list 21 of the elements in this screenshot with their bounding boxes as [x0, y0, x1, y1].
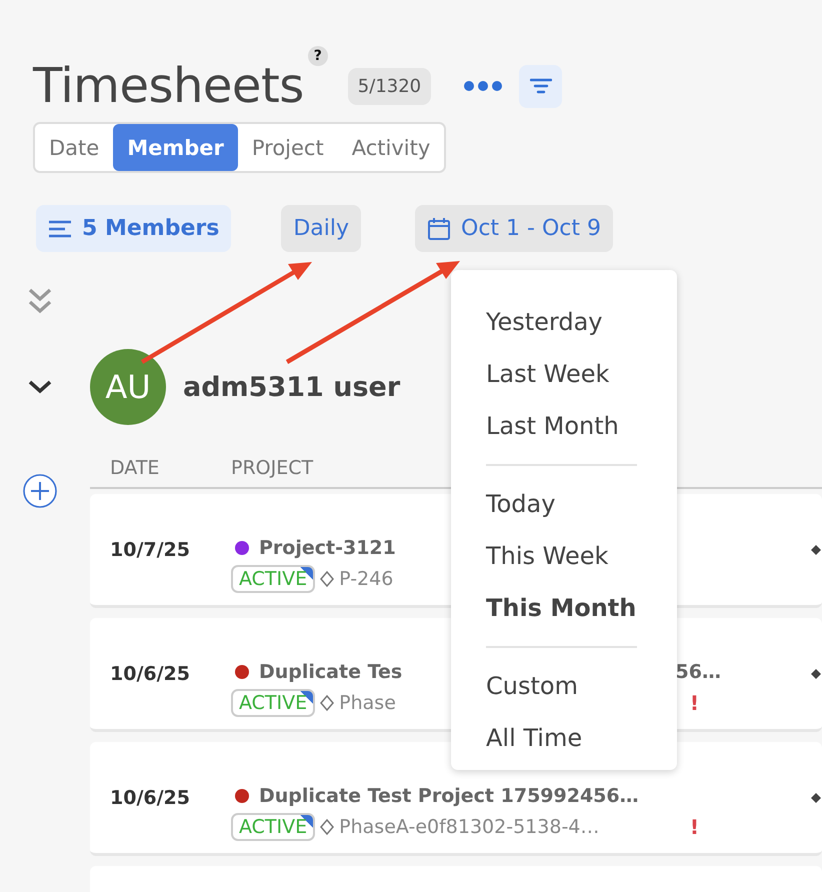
member-name: adm5311 user	[183, 372, 400, 402]
warning-mark: !	[690, 814, 699, 838]
phase-code: PhaseA-e0f81302-5138-4…	[339, 816, 600, 838]
phase-code: P-246	[339, 568, 394, 590]
avatar: AU	[90, 349, 166, 425]
column-header: DATE	[109, 457, 160, 479]
phase-code: Phase	[339, 692, 396, 714]
project-name: Duplicate Tes	[259, 660, 402, 682]
column-header: PROJECT	[231, 457, 314, 479]
date-cell-text: 10/6/25	[109, 786, 191, 808]
date-cell-text: 10/7/25	[109, 538, 191, 560]
status-tag: ACTIVE	[231, 688, 316, 716]
status-tag: ACTIVE	[231, 812, 316, 840]
warning-mark: !	[690, 690, 699, 714]
count-badge: 5/1320	[348, 68, 432, 104]
project-name: Project-3121	[259, 536, 396, 558]
page-title: Timesheets	[33, 58, 304, 114]
project-name: Duplicate Test Project 175992456…	[259, 784, 639, 806]
project-name: 56…	[676, 660, 721, 682]
status-tag: ACTIVE	[231, 564, 316, 592]
date-cell-text: 10/6/25	[109, 662, 191, 684]
